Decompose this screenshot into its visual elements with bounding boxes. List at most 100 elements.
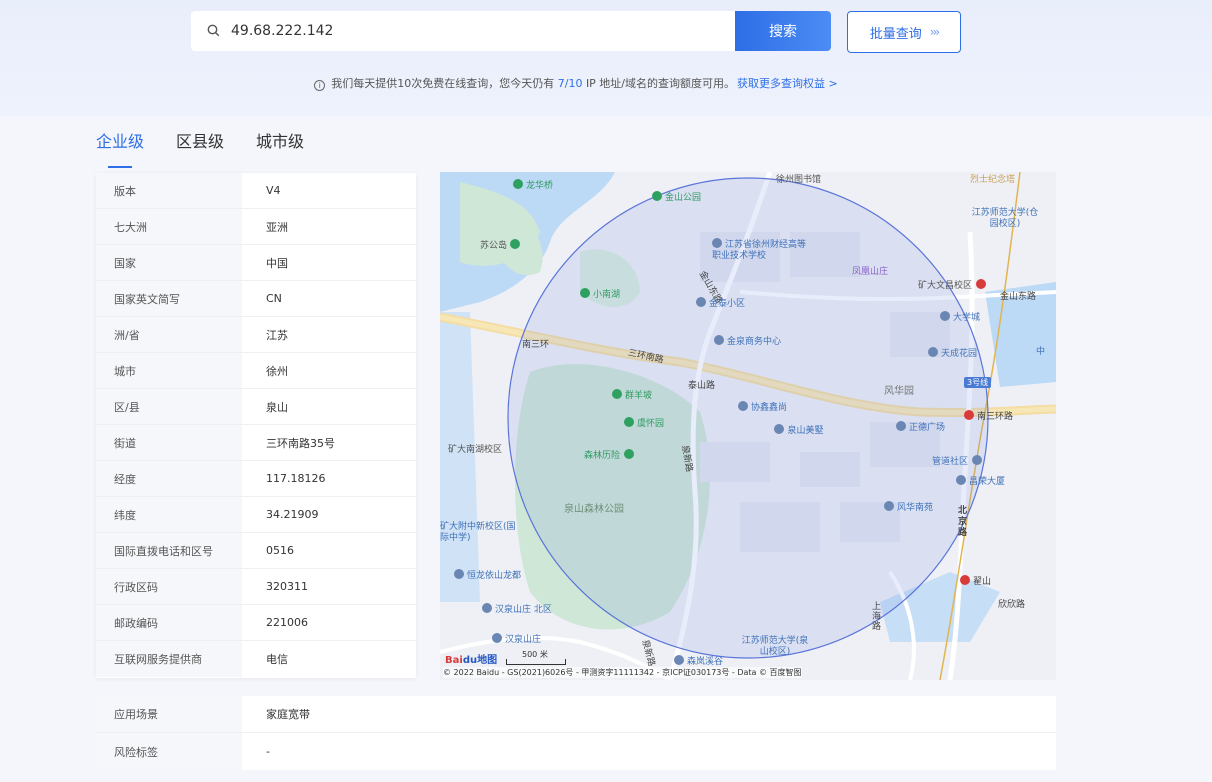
map-label-senlan: 森岚溪谷 <box>674 654 723 667</box>
table-row: 区/县 泉山 <box>96 389 416 425</box>
row-value: 320311 <box>266 580 308 593</box>
search-box[interactable] <box>191 11 736 51</box>
notice-prefix: 我们每天提供10次免费在线查询，您今天仍有 <box>331 77 555 90</box>
tab-enterprise[interactable]: 企业级 <box>96 128 144 168</box>
map-copyright: © 2022 Baidu - GS(2021)6026号 - 甲测资字11111… <box>443 667 802 678</box>
row-value: 117.18126 <box>266 472 326 485</box>
extra-info-table: 应用场景 家庭宽带 风险标签 - <box>96 696 1056 770</box>
map-label-jsnu-quanshan: 江苏师范大学(泉山校区) <box>741 636 809 657</box>
row-value: 泉山 <box>266 400 288 414</box>
row-value: 三环南路35号 <box>266 436 335 450</box>
row-value: 徐州 <box>266 364 288 378</box>
table-row: 邮政编码 221006 <box>96 605 416 641</box>
map-label-jinyi: 昌荣大厦 <box>956 474 1005 487</box>
ip-info-table: 版本 V4 七大洲 亚洲 国家 中国 国家英文简写 CN 洲/省 江苏 城市 徐州 区/县 泉… <box>96 173 416 678</box>
table-row: 经度 117.18126 <box>96 461 416 497</box>
map-label-qunyangpo: 群羊坡 <box>612 388 652 401</box>
row-key: 纬度 <box>96 497 242 532</box>
map-label-shanghailu: 上海路 <box>872 602 882 632</box>
map-label-zhong: 中 <box>1036 347 1046 357</box>
map-label-kuangda-nanhu: 矿大南湖校区 <box>448 445 503 455</box>
map-label-huaiyuan: 虞怀园 <box>624 416 664 429</box>
search-input[interactable] <box>231 23 711 39</box>
map-label-henglong: 恒龙依山龙都 <box>454 568 521 581</box>
map-label-guanzhishequ: 管道社区 <box>932 454 985 467</box>
map-label-taishanlu: 泰山路 <box>688 381 716 391</box>
row-key: 城市 <box>96 353 242 388</box>
table-row: 街道 三环南路35号 <box>96 425 416 461</box>
map-label-kuangda-fuzhong: 矿大附中新校区(国际中学) <box>440 522 516 543</box>
quota-notice: i 我们每天提供10次免费在线查询，您今天仍有 7/10 IP 地址/域名的查询额… <box>0 75 1152 91</box>
row-key: 区/县 <box>96 389 242 424</box>
row-value: 0516 <box>266 544 294 557</box>
table-row: 国际直拨电话和区号 0516 <box>96 533 416 569</box>
level-tabs: 企业级 区县级 城市级 <box>96 128 304 168</box>
get-more-link[interactable]: 获取更多查询权益 > <box>737 77 838 90</box>
map-label-fenghuananyuan: 风华南苑 <box>884 500 933 513</box>
notice-quota: 7/10 <box>557 77 583 90</box>
row-value: 中国 <box>266 256 288 270</box>
map-label-jinshanpark: 金山公园 <box>652 190 701 203</box>
row-value: - <box>266 745 270 758</box>
row-key: 国家英文简写 <box>96 281 242 316</box>
map-label-zhengde: 正德广场 <box>896 420 945 433</box>
map-label-nansanhuanlu-right: 南三环路 <box>964 409 1013 422</box>
map-label-library: 徐州图书馆 <box>776 175 822 185</box>
map-scale-bar <box>506 659 566 665</box>
row-key: 七大洲 <box>96 209 242 244</box>
row-key: 风险标签 <box>96 733 242 770</box>
map-label-caijing: 江苏省徐州财经高等职业技术学校 <box>712 238 807 261</box>
map-label-beijinglu: 北京路 <box>958 506 968 538</box>
map-label-jinshanlu: 金山东路 <box>1000 292 1037 302</box>
info-icon: i <box>314 80 326 91</box>
table-row: 互联网服务提供商 电信 <box>96 641 416 677</box>
table-row: 行政区码 320311 <box>96 569 416 605</box>
map-label-line3: 3号线 <box>964 377 992 388</box>
map-label-quanshanmeishu: 泉山美墅 <box>774 424 824 437</box>
search-icon <box>207 24 221 38</box>
row-key: 洲/省 <box>96 317 242 352</box>
table-row: 国家 中国 <box>96 245 416 281</box>
row-key: 应用场景 <box>96 696 242 732</box>
map-label-tianchenghuayuan: 天成花园 <box>928 346 977 359</box>
map-label-kuangda-wenchang: 矿大文昌校区 <box>918 278 989 291</box>
table-row: 国家英文简写 CN <box>96 281 416 317</box>
baidu-logo: Baidu地图 <box>445 655 498 666</box>
search-button[interactable]: 搜索 <box>735 11 831 51</box>
location-map[interactable]: 龙华桥 金山公园 徐州图书馆 烈士纪念塔 江苏师范大学(仓园校区) 苏公岛 江苏… <box>440 172 1056 680</box>
map-label-nansanhuan-left: 南三环 <box>522 340 550 350</box>
row-value: 221006 <box>266 616 308 629</box>
triple-chevron-icon: ››› <box>929 25 941 39</box>
map-label-daxuecheng: 大学城 <box>940 310 980 323</box>
notice-suffix: IP 地址/域名的查询额度可用。 <box>585 77 736 90</box>
row-value: 家庭宽带 <box>266 708 310 721</box>
map-label-longhuaqiao: 龙华桥 <box>513 178 553 191</box>
row-value: 亚洲 <box>266 220 288 234</box>
table-row: 洲/省 江苏 <box>96 317 416 353</box>
tab-district[interactable]: 区县级 <box>176 128 224 164</box>
row-key: 行政区码 <box>96 569 242 604</box>
map-label-park-big: 泉山森林公园 <box>564 504 624 515</box>
row-value: CN <box>266 292 282 305</box>
row-key: 版本 <box>96 173 242 208</box>
table-row: 应用场景 家庭宽带 <box>96 696 1056 733</box>
row-value: 江苏 <box>266 328 288 342</box>
row-key: 邮政编码 <box>96 605 242 640</box>
batch-query-label: 批量查询 <box>869 26 922 42</box>
row-key: 经度 <box>96 461 242 496</box>
row-key: 街道 <box>96 425 242 460</box>
map-label-hanquan-north: 汉泉山庄 北区 <box>482 602 552 615</box>
map-label-fenghuayuan: 风华园 <box>884 386 914 397</box>
row-value: V4 <box>266 184 281 197</box>
table-row: 版本 V4 <box>96 173 416 209</box>
batch-query-button[interactable]: 批量查询 ››› <box>847 11 961 53</box>
table-row: 纬度 34.21909 <box>96 497 416 533</box>
tab-city[interactable]: 城市级 <box>256 128 304 164</box>
map-label-monument: 烈士纪念塔 <box>970 175 1016 185</box>
row-key: 国际直拨电话和区号 <box>96 533 242 568</box>
table-row: 风险标签 - <box>96 733 1056 770</box>
map-label-xiesen: 协鑫鑫尚 <box>738 400 787 413</box>
map-label-hanquan: 汉泉山庄 <box>492 632 541 645</box>
map-label-sudao: 苏公岛 <box>480 238 523 251</box>
row-value: 34.21909 <box>266 508 319 521</box>
